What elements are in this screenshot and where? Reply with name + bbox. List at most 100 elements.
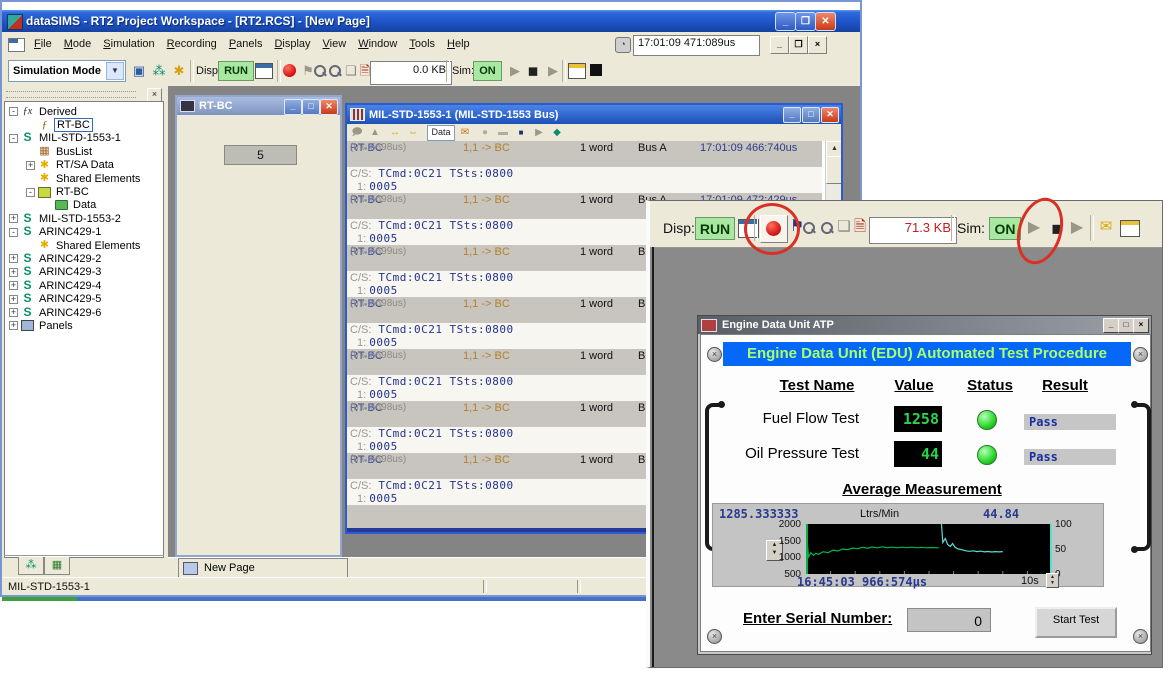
mdi-restore-button[interactable]: ❐	[789, 36, 808, 54]
h-arrows2-icon[interactable]: ⇔	[405, 126, 421, 139]
play-doc-icon[interactable]: ◼	[524, 62, 542, 80]
circle-icon[interactable]: ●	[477, 126, 493, 139]
tree-item[interactable]: + Panels	[5, 319, 163, 332]
serial-number-input[interactable]: 0	[907, 608, 991, 632]
tree-expander[interactable]	[43, 201, 52, 210]
play2-icon[interactable]: ▶	[1068, 219, 1086, 237]
tab-network-view[interactable]: ⁂	[18, 557, 44, 575]
search-icon[interactable]	[328, 64, 342, 78]
tree-expander[interactable]	[26, 174, 35, 183]
bus-title-bar[interactable]: MIL-STD-1553-1 (MIL-STD-1553 Bus) _ □ ✕	[347, 105, 841, 124]
tree-expander[interactable]	[26, 121, 35, 130]
menu-item[interactable]: Tools	[403, 36, 441, 52]
minimize-button[interactable]: _	[284, 99, 302, 115]
close-icon[interactable]: ×	[147, 88, 162, 102]
tree-expander[interactable]: +	[9, 321, 18, 330]
tree-expander[interactable]: -	[9, 228, 18, 237]
thumb-icon[interactable]: ▲	[367, 126, 383, 139]
tree-expander[interactable]: -	[26, 188, 35, 197]
mdi-close-button[interactable]: ×	[808, 36, 827, 54]
play2-icon[interactable]: ▶	[544, 62, 562, 80]
edu-window[interactable]: Engine Data Unit ATP _ □ × × × × × Engin…	[697, 315, 1152, 655]
main-title-bar[interactable]: dataSIMS - RT2 Project Workspace - [RT2.…	[2, 10, 860, 32]
menu-item[interactable]: File	[28, 36, 58, 52]
tree-item[interactable]: - MIL-STD-1553-1	[5, 132, 163, 145]
h-arrows-icon[interactable]: ↔	[387, 126, 403, 139]
minimize-button[interactable]: _	[783, 107, 801, 123]
scope-icon[interactable]	[313, 64, 327, 78]
record-icon[interactable]	[283, 64, 296, 77]
menu-item[interactable]: View	[317, 36, 353, 52]
restore-button[interactable]: ❐	[795, 12, 816, 31]
scrollbar-thumb[interactable]	[826, 156, 841, 184]
minimize-button[interactable]: _	[775, 12, 796, 31]
maximize-button[interactable]: □	[302, 99, 320, 115]
rtbc-title-bar[interactable]: RT-BC _ □ ✕	[177, 97, 340, 115]
edu-title-bar[interactable]: Engine Data Unit ATP _ □ ×	[698, 316, 1151, 334]
tree-expander[interactable]: -	[9, 134, 18, 143]
network-icon[interactable]: ⁂	[150, 62, 168, 80]
tree-expander[interactable]: +	[9, 254, 18, 263]
tree-item[interactable]: - ARINC429-1	[5, 226, 163, 239]
tree-expander[interactable]: +	[26, 161, 35, 170]
tab-grid-view[interactable]: ▦	[44, 557, 70, 575]
menu-item[interactable]: Display	[268, 36, 316, 52]
tree-panel-header[interactable]: ×	[4, 88, 164, 100]
menu-item[interactable]: Mode	[58, 36, 98, 52]
mode-select[interactable]: Simulation Mode▼	[8, 60, 126, 82]
stop-icon[interactable]	[590, 64, 602, 76]
rtbc-window[interactable]: RT-BC _ □ ✕ 5	[175, 95, 342, 557]
panel-icon[interactable]	[568, 63, 586, 79]
close-button[interactable]: ×	[1133, 318, 1149, 333]
search-icon[interactable]	[820, 221, 834, 235]
play-icon[interactable]: ▶	[506, 62, 524, 80]
bar-icon[interactable]: ▬	[495, 126, 511, 139]
tree-item[interactable]: + ARINC429-6	[5, 306, 163, 319]
panel-icon[interactable]	[1120, 220, 1140, 237]
tree-expander[interactable]: +	[9, 295, 18, 304]
tree-expander[interactable]: -	[9, 107, 18, 116]
menu-item[interactable]: Simulation	[97, 36, 160, 52]
envelope-icon[interactable]: ✉	[457, 126, 473, 139]
close-button[interactable]: ✕	[320, 99, 338, 115]
tree-item[interactable]: Shared Elements	[5, 172, 163, 185]
simulation-time-field[interactable]: 17:01:09 471:089us	[633, 35, 760, 56]
menu-item[interactable]: Panels	[223, 36, 269, 52]
bus-message-row[interactable]: RT-BC 1,1 -> BC 1 word Bus A 17:01:09 46…	[347, 141, 822, 193]
menu-item[interactable]: Help	[441, 36, 476, 52]
tree-expander[interactable]: +	[9, 281, 18, 290]
diamond-icon[interactable]: ◆	[549, 126, 565, 139]
settings-icon[interactable]: ✱	[170, 62, 188, 80]
tree-expander[interactable]: +	[9, 268, 18, 277]
tree-expander[interactable]: +	[9, 308, 18, 317]
tree-expander[interactable]	[26, 241, 35, 250]
tree-item[interactable]: - RT-BC	[5, 185, 163, 198]
stop-icon[interactable]: ■	[513, 126, 529, 139]
display-icon[interactable]: ▣	[130, 62, 148, 80]
menu-item[interactable]: Window	[352, 36, 403, 52]
tree-item[interactable]: + RT/SA Data	[5, 159, 163, 172]
minimize-button[interactable]: _	[1103, 318, 1119, 333]
tree-expander[interactable]	[26, 147, 35, 156]
tree-item[interactable]: BusList	[5, 145, 163, 158]
maximize-button[interactable]: □	[1118, 318, 1134, 333]
drag-grip[interactable]	[6, 91, 136, 98]
tree-item[interactable]: - Derived	[5, 105, 163, 118]
mdi-minimize-button[interactable]: _	[770, 36, 789, 54]
tree-expander[interactable]: +	[9, 214, 18, 223]
close-button[interactable]: ✕	[821, 107, 839, 123]
windows-icon[interactable]	[255, 63, 273, 79]
menu-item[interactable]: Recording	[161, 36, 223, 52]
close-button[interactable]: ✕	[815, 12, 836, 31]
start-test-button[interactable]: Start Test	[1035, 607, 1117, 638]
tree-item[interactable]: + ARINC429-5	[5, 292, 163, 305]
play-icon[interactable]: ▶	[531, 126, 547, 139]
page-export-icon[interactable]: 🗎	[851, 218, 869, 236]
x-span-stepper[interactable]: ▲▼	[1046, 573, 1059, 588]
data-button[interactable]: Data	[427, 125, 455, 141]
maximize-button[interactable]: □	[802, 107, 820, 123]
comment-icon[interactable]: 🗩	[349, 126, 365, 139]
envelope-icon[interactable]: ✉	[1097, 218, 1115, 236]
chevron-down-icon[interactable]: ▼	[106, 62, 124, 80]
scope-icon[interactable]	[802, 221, 816, 235]
